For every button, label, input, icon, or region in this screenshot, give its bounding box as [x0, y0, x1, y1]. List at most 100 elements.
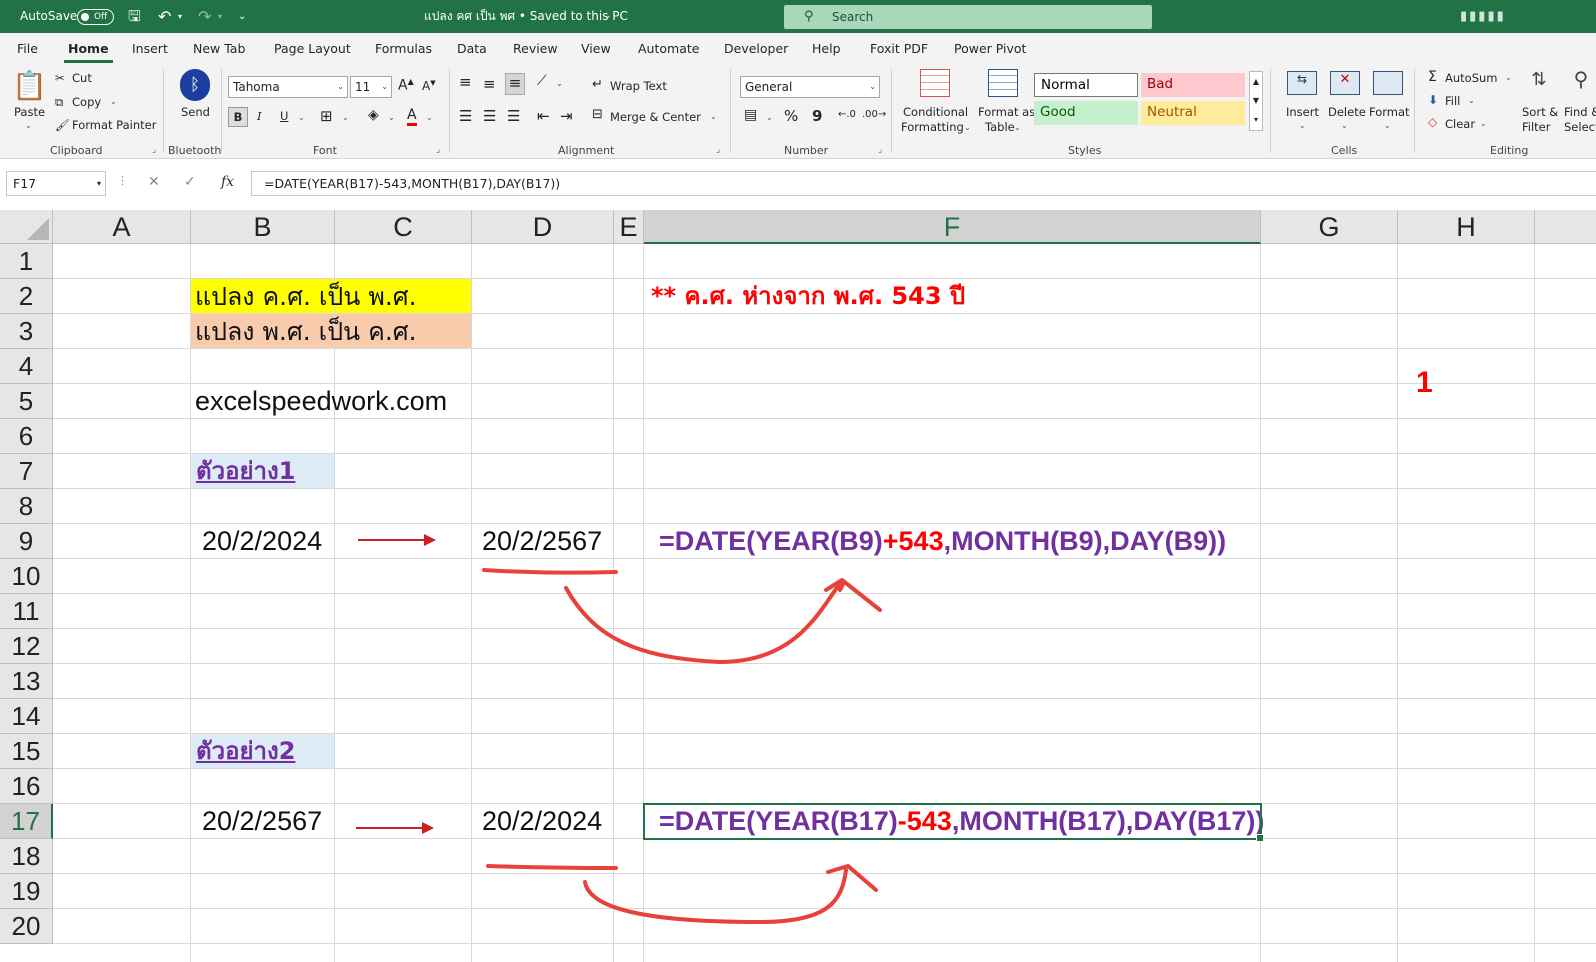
accounting-dropdown-icon[interactable]: ⌄: [766, 113, 773, 122]
format-painter-icon[interactable]: 🖌: [55, 118, 70, 132]
font-name-combo[interactable]: Tahoma ⌄: [228, 76, 348, 98]
find-select-label-2[interactable]: Select: [1564, 120, 1596, 134]
insert-cells-icon[interactable]: ⇆: [1287, 71, 1317, 95]
save-icon[interactable]: 🖫: [128, 0, 141, 33]
clear-icon[interactable]: ◇: [1428, 115, 1437, 129]
alignment-launcher-icon[interactable]: ⌟: [716, 145, 720, 155]
tab-power-pivot[interactable]: Power Pivot: [954, 41, 1026, 56]
paste-button[interactable]: Paste: [14, 105, 45, 119]
fill-color-icon[interactable]: ◈: [368, 107, 379, 123]
style-good[interactable]: Good: [1034, 101, 1138, 125]
format-dropdown-icon[interactable]: ⌄: [1384, 121, 1391, 130]
comma-style-button[interactable]: 9: [812, 107, 822, 125]
align-bottom-icon[interactable]: ≡: [505, 73, 525, 95]
borders-icon[interactable]: ⊞: [320, 107, 333, 125]
styles-gallery-scroll[interactable]: ▲ ▼ ▾: [1249, 71, 1263, 131]
increase-font-icon[interactable]: A▲: [398, 77, 414, 94]
insert-function-icon[interactable]: fx: [221, 174, 234, 190]
sort-filter-icon[interactable]: ⇅: [1524, 69, 1554, 90]
cut-button[interactable]: Cut: [72, 71, 92, 85]
tab-review[interactable]: Review: [513, 41, 558, 56]
font-size-combo[interactable]: 11 ⌄: [350, 76, 392, 98]
number-launcher-icon[interactable]: ⌟: [878, 145, 882, 155]
copy-dropdown-icon[interactable]: ⌄: [110, 97, 117, 106]
delete-cells-button[interactable]: Delete: [1328, 105, 1366, 119]
increase-indent-icon[interactable]: ⇥: [560, 107, 573, 125]
find-select-label-1[interactable]: Find &: [1564, 105, 1596, 119]
number-format-combo[interactable]: General ⌄: [740, 76, 880, 98]
formula-input[interactable]: =DATE(YEAR(B17)-543,MONTH(B17),DAY(B17)): [251, 171, 1596, 196]
font-color-dropdown-icon[interactable]: ⌄: [426, 113, 433, 122]
tab-page-layout[interactable]: Page Layout: [274, 41, 351, 56]
font-color-icon[interactable]: A: [407, 107, 417, 126]
merge-center-button[interactable]: Merge & Center: [610, 110, 701, 124]
title-dropdown-icon[interactable]: ⌄: [604, 0, 612, 33]
format-as-table-icon[interactable]: [988, 69, 1018, 97]
wrap-text-button[interactable]: Wrap Text: [610, 79, 667, 93]
percent-style-button[interactable]: %: [784, 107, 798, 125]
conditional-formatting-label-1[interactable]: Conditional: [903, 105, 968, 119]
tab-developer[interactable]: Developer: [724, 41, 788, 56]
clipboard-launcher-icon[interactable]: ⌟: [152, 145, 156, 155]
enter-icon[interactable]: ✓: [184, 174, 196, 190]
tab-automate[interactable]: Automate: [638, 41, 699, 56]
tab-insert[interactable]: Insert: [132, 41, 168, 56]
delete-cells-icon[interactable]: ✕: [1330, 71, 1360, 95]
decrease-indent-icon[interactable]: ⇤: [537, 107, 550, 125]
style-neutral[interactable]: Neutral: [1141, 101, 1245, 125]
conditional-formatting-dropdown-icon[interactable]: ⌄: [964, 123, 971, 132]
conditional-formatting-label-2[interactable]: Formatting: [901, 120, 964, 134]
fill-color-dropdown-icon[interactable]: ⌄: [388, 113, 395, 122]
cut-icon[interactable]: ✂: [55, 71, 65, 85]
format-as-table-label-1[interactable]: Format as: [978, 105, 1035, 119]
tab-view[interactable]: View: [581, 41, 611, 56]
autosave-toggle[interactable]: Off: [77, 9, 114, 25]
name-box[interactable]: F17 ▾: [6, 171, 106, 196]
accounting-format-icon[interactable]: ▤: [744, 107, 757, 123]
format-as-table-label-2[interactable]: Table: [985, 120, 1015, 134]
autosum-dropdown-icon[interactable]: ⌄: [1505, 73, 1512, 82]
align-top-icon[interactable]: ≡: [459, 73, 472, 91]
insert-cells-button[interactable]: Insert: [1286, 105, 1319, 119]
fill-button[interactable]: Fill: [1445, 94, 1460, 108]
align-center-icon[interactable]: ☰: [483, 107, 496, 125]
borders-dropdown-icon[interactable]: ⌄: [342, 113, 349, 122]
format-as-table-dropdown-icon[interactable]: ⌄: [1014, 123, 1021, 132]
clear-dropdown-icon[interactable]: ⌄: [1480, 119, 1487, 128]
bold-button[interactable]: B: [228, 107, 248, 127]
redo-dropdown-icon[interactable]: ▾: [218, 0, 222, 33]
autosum-button[interactable]: AutoSum: [1445, 71, 1498, 85]
conditional-formatting-icon[interactable]: [920, 69, 950, 97]
font-launcher-icon[interactable]: ⌟: [436, 145, 440, 155]
search-box[interactable]: ⚲ Search: [784, 5, 1152, 29]
redo-icon[interactable]: ↷: [198, 0, 211, 33]
tab-home[interactable]: Home: [64, 41, 113, 63]
find-select-icon[interactable]: ⚲: [1566, 67, 1596, 91]
tab-new-tab[interactable]: New Tab: [193, 41, 245, 56]
format-painter-button[interactable]: Format Painter: [72, 118, 156, 132]
align-middle-icon[interactable]: ≡: [483, 75, 496, 93]
paste-dropdown-icon[interactable]: ⌄: [25, 121, 32, 130]
sort-filter-label-1[interactable]: Sort &: [1522, 105, 1558, 119]
wrap-text-icon[interactable]: ↵: [592, 77, 603, 92]
underline-button[interactable]: U: [280, 109, 288, 123]
orientation-icon[interactable]: ⟋: [537, 73, 547, 89]
delete-dropdown-icon[interactable]: ⌄: [1341, 121, 1348, 130]
sort-filter-label-2[interactable]: Filter: [1522, 120, 1550, 134]
tab-formulas[interactable]: Formulas: [375, 41, 432, 56]
align-left-icon[interactable]: ☰: [459, 107, 472, 125]
merge-dropdown-icon[interactable]: ⌄: [710, 112, 717, 121]
copy-button[interactable]: Copy: [72, 95, 101, 109]
increase-decimal-icon[interactable]: ←.0: [838, 109, 856, 120]
format-cells-icon[interactable]: [1373, 71, 1403, 95]
orientation-dropdown-icon[interactable]: ⌄: [556, 79, 563, 88]
decrease-decimal-icon[interactable]: .00→: [862, 109, 886, 120]
style-normal[interactable]: Normal: [1034, 73, 1138, 97]
undo-dropdown-icon[interactable]: ▾: [178, 0, 182, 33]
autosum-icon[interactable]: Σ: [1428, 69, 1437, 85]
copy-icon[interactable]: ⧉: [55, 95, 63, 110]
fill-dropdown-icon[interactable]: ⌄: [1468, 96, 1475, 105]
document-title[interactable]: แปลง คศ เป็น พศ • Saved to this PC: [424, 0, 628, 33]
decrease-font-icon[interactable]: A▼: [422, 79, 436, 93]
tab-file[interactable]: File: [17, 41, 38, 56]
